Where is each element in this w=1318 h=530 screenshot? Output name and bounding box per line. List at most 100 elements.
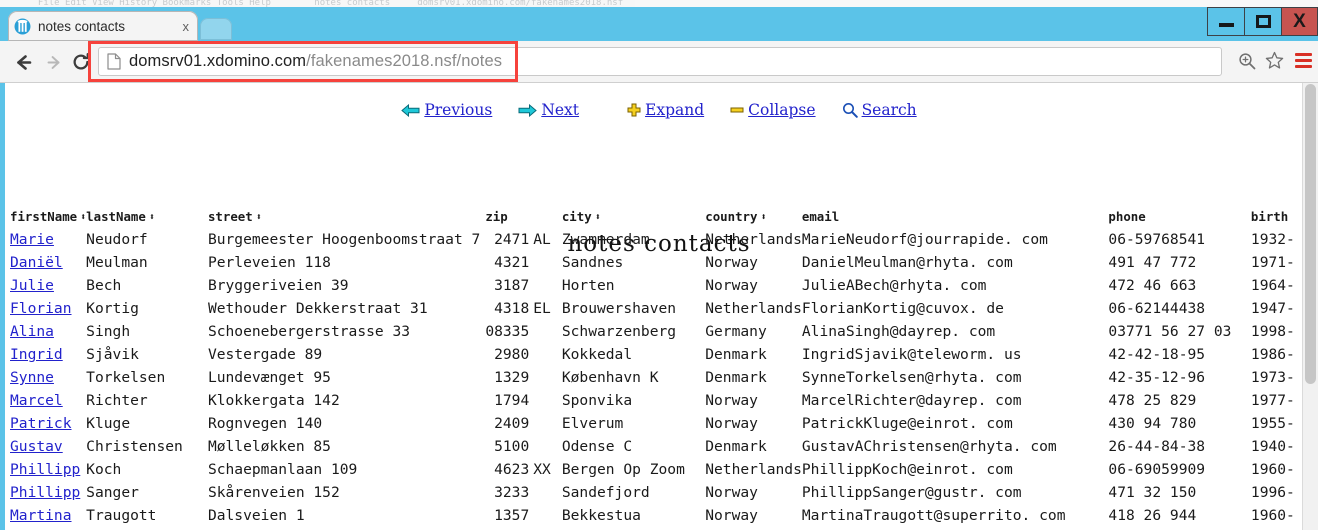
cell-firstName[interactable]: Marcel — [10, 392, 86, 415]
open-document-link[interactable]: Martina — [10, 507, 72, 524]
cell-zip: 4321 — [494, 254, 530, 271]
tab-close-icon[interactable]: x — [180, 20, 193, 33]
cell-zip: 2471 — [494, 231, 530, 248]
maximize-icon — [1255, 15, 1271, 28]
table-row: Marcel Richter Klokkergata 142 1794 Sponvika… — [10, 392, 1318, 415]
minimize-icon — [1218, 23, 1234, 27]
hamburger-menu-icon[interactable] — [1295, 53, 1312, 68]
open-document-link[interactable]: Julie — [10, 277, 54, 294]
cell-firstName[interactable]: Gustav — [10, 438, 86, 461]
column-header-label: birth — [1250, 209, 1289, 224]
cell-firstName[interactable]: Ingrid — [10, 346, 86, 369]
cell-lastName: Kluge — [86, 415, 131, 432]
table-row: Florian Kortig Wethouder Dekkerstraat 31 43… — [10, 300, 1318, 323]
star-icon[interactable] — [1265, 51, 1284, 70]
cell-firstName[interactable]: Phillipp — [10, 484, 86, 507]
new-tab-button[interactable] — [200, 18, 232, 40]
scrollbar-thumb[interactable] — [1305, 84, 1316, 384]
tab-title: notes contacts — [38, 18, 126, 34]
reload-button[interactable] — [68, 49, 94, 75]
url-host: domsrv01.xdomino.com — [129, 52, 307, 70]
column-header-zip: zip — [485, 209, 529, 231]
open-document-link[interactable]: Alina — [10, 323, 54, 340]
cell-street: Schoenebergerstrasse 33 — [207, 323, 411, 340]
address-bar[interactable]: domsrv01.xdomino.com/fakenames2018.nsf/n… — [98, 47, 1222, 76]
sort-indicator-icon[interactable]: ⬍ — [256, 213, 262, 223]
action-previous[interactable]: Previous — [401, 101, 492, 119]
open-document-link[interactable]: Florian — [10, 300, 72, 317]
menu-bar-2 — [1295, 59, 1312, 62]
cell-firstName[interactable]: Synne — [10, 369, 86, 392]
minimize-button[interactable] — [1207, 7, 1244, 36]
sort-indicator-icon[interactable]: ⬍ — [80, 213, 86, 223]
cell-phone: 06-69059909 — [1108, 461, 1206, 478]
table-row: Synne Torkelsen Lundevænget 95 1329 Københav… — [10, 369, 1318, 392]
cell-country: Denmark — [705, 438, 767, 455]
open-document-link[interactable]: Marcel — [10, 392, 63, 409]
column-header-lastName[interactable]: lastName ⬍ — [86, 209, 208, 231]
action-expand[interactable]: Expand — [627, 101, 704, 119]
column-header-label: city — [561, 209, 592, 224]
cell-phone: 03771 56 27 03 — [1108, 323, 1232, 340]
open-document-link[interactable]: Synne — [10, 369, 54, 386]
page-scrollbar[interactable] — [1302, 83, 1318, 530]
magnifier-icon — [842, 103, 858, 118]
cell-firstName[interactable]: Julie — [10, 277, 86, 300]
cell-phone: 06-59768541 — [1108, 231, 1206, 248]
column-header-firstName[interactable]: firstName ⬍ — [10, 209, 86, 231]
action-search[interactable]: Search — [842, 101, 917, 119]
cell-zipx — [529, 415, 562, 438]
open-document-link[interactable]: Phillipp — [10, 461, 80, 478]
cell-firstName[interactable]: Florian — [10, 300, 86, 323]
cell-firstName[interactable]: Martina — [10, 507, 86, 530]
open-document-link[interactable]: Daniël — [10, 254, 63, 271]
page-viewport: Previous Next Expand Collapse Search not… — [0, 83, 1318, 530]
action-collapse[interactable]: Collapse — [730, 101, 816, 119]
forward-button[interactable] — [40, 49, 66, 75]
cell-phone: 491 47 772 — [1108, 254, 1197, 271]
sort-indicator-icon[interactable]: ⬍ — [149, 213, 155, 223]
open-document-link[interactable]: Patrick — [10, 415, 72, 432]
open-document-link[interactable]: Phillipp — [10, 484, 80, 501]
cell-phone: 42-42-18-95 — [1108, 346, 1206, 363]
action-next[interactable]: Next — [518, 101, 579, 119]
sort-indicator-icon[interactable]: ⬍ — [595, 213, 601, 223]
zoom-in-icon[interactable] — [1238, 52, 1256, 70]
cell-country: Netherlands — [705, 300, 802, 317]
cell-lastName: Kortig — [86, 300, 139, 317]
cell-zip: 2980 — [494, 346, 530, 363]
cell-lastName: Meulman — [86, 254, 148, 271]
cell-zip: 3233 — [494, 484, 530, 501]
column-header-street[interactable]: street ⬍ — [208, 209, 485, 231]
column-header-city[interactable]: city ⬍ — [562, 209, 705, 231]
cell-city: Bekkestua — [561, 507, 641, 524]
table-head: firstName ⬍ lastName ⬍ street ⬍ zip city ⬍ countr… — [10, 209, 1318, 231]
cell-firstName[interactable]: Alina — [10, 323, 86, 346]
view-action-bar: Previous Next Expand Collapse Search — [0, 101, 1318, 119]
maximize-button[interactable] — [1244, 7, 1281, 36]
page-icon — [107, 53, 121, 70]
cell-firstName[interactable]: Daniël — [10, 254, 86, 277]
cell-lastName: Traugott — [86, 507, 157, 524]
left-arrow-icon — [401, 103, 420, 117]
open-document-link[interactable]: Gustav — [10, 438, 63, 455]
sort-indicator-icon[interactable]: ⬍ — [760, 213, 766, 223]
cell-firstName[interactable]: Patrick — [10, 415, 86, 438]
back-button[interactable] — [10, 49, 36, 75]
cell-city: Bergen Op Zoom — [561, 461, 685, 478]
cell-street: Vestergade 89 — [207, 346, 323, 363]
close-window-button[interactable]: X — [1281, 7, 1318, 36]
cell-firstName[interactable]: Marie — [10, 231, 86, 254]
cell-street: Skårenveien 152 — [207, 484, 340, 501]
column-header-country[interactable]: country ⬍ — [705, 209, 802, 231]
column-header-label: country — [705, 209, 758, 224]
cell-phone: 26-44-84-38 — [1108, 438, 1206, 455]
cell-email: AlinaSingh@dayrep. com — [801, 323, 996, 340]
action-next-label: Next — [541, 101, 580, 119]
cell-firstName[interactable]: Phillipp — [10, 461, 86, 484]
cell-lastName: Sanger — [86, 484, 139, 501]
open-document-link[interactable]: Ingrid — [10, 346, 63, 363]
cell-city: Brouwershaven — [561, 300, 677, 317]
open-document-link[interactable]: Marie — [10, 231, 54, 248]
browser-tab-notes-contacts[interactable]: notes contacts x — [8, 11, 198, 41]
